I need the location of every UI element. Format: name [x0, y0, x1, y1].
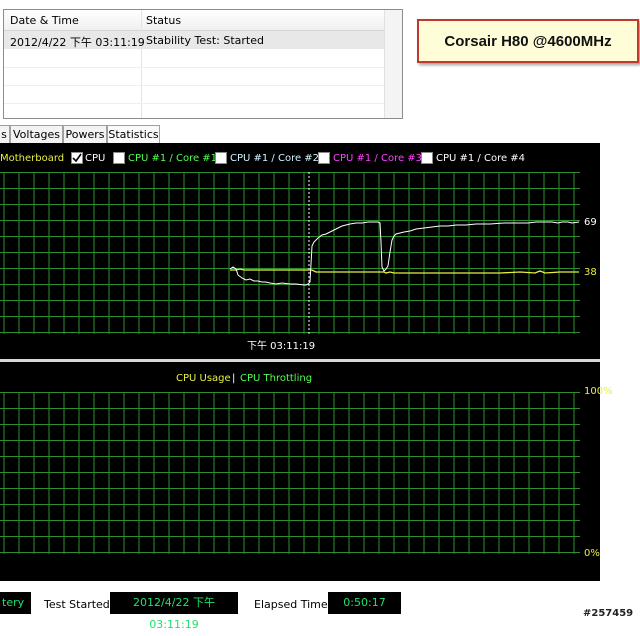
- time-marker-label: 下午 03:11:19: [247, 341, 316, 352]
- legend-separator: |: [232, 373, 236, 384]
- row-divider: [4, 67, 384, 68]
- status-log-table[interactable]: Date & Time Status 2012/4/22 下午 03:11:19…: [3, 9, 403, 119]
- tab-label: Statistics: [108, 128, 159, 141]
- checkbox-core-2[interactable]: [215, 152, 227, 164]
- column-divider: [141, 10, 142, 118]
- cpu-usage-graph: [0, 392, 580, 554]
- annotation-title-text: Corsair H80 @4600MHz: [444, 32, 612, 50]
- check-icon: [72, 153, 82, 163]
- tab-label: Voltages: [13, 128, 60, 141]
- cpu-temp-value: 69: [584, 217, 597, 228]
- battery-indicator: tery: [0, 592, 31, 614]
- temperature-graph: [0, 172, 580, 334]
- elapsed-time-label: Elapsed Time:: [254, 598, 332, 611]
- checkbox-core-4[interactable]: [421, 152, 433, 164]
- legend-core-4: CPU #1 / Core #4: [436, 153, 526, 164]
- tab-voltages[interactable]: Voltages: [10, 125, 63, 144]
- watermark: #257459: [583, 608, 634, 619]
- column-header-status[interactable]: Status: [146, 14, 181, 27]
- legend-core-1: CPU #1 / Core #1: [128, 153, 218, 164]
- usage-grid: [0, 392, 580, 554]
- tab-statistics[interactable]: Statistics: [107, 125, 160, 144]
- row-status: Stability Test: Started: [146, 34, 264, 47]
- row-datetime: 2012/4/22 下午 03:11:19: [10, 36, 145, 49]
- tab-powers[interactable]: Powers: [63, 125, 107, 144]
- row-divider: [4, 85, 384, 86]
- usage-top-label: 100%: [584, 386, 613, 397]
- legend-cpu: CPU: [85, 153, 106, 164]
- column-header-datetime[interactable]: Date & Time: [10, 14, 79, 27]
- log-scrollbar[interactable]: [384, 10, 402, 118]
- tab-partial[interactable]: s: [0, 125, 10, 144]
- elapsed-time-value-box: 0:50:17: [328, 592, 401, 614]
- legend-cpu-throttling: CPU Throttling: [240, 373, 313, 384]
- elapsed-time-value: 0:50:17: [343, 596, 386, 609]
- checkbox-cpu[interactable]: [71, 152, 83, 164]
- usage-bottom-label: 0%: [584, 548, 600, 559]
- annotation-title-box: Corsair H80 @4600MHz: [417, 19, 639, 63]
- table-row[interactable]: 2012/4/22 下午 03:11:19 Stability Test: St…: [4, 31, 384, 49]
- legend-motherboard: Motherboard: [0, 153, 65, 164]
- legend-cpu-usage: CPU Usage: [176, 373, 231, 384]
- motherboard-temp-line: [230, 268, 579, 274]
- temperature-grid: [0, 172, 580, 334]
- graph-divider: [0, 359, 600, 362]
- motherboard-temp-value: 38: [584, 267, 597, 278]
- legend-core-2: CPU #1 / Core #2: [230, 153, 320, 164]
- row-divider: [4, 103, 384, 104]
- legend-core-3: CPU #1 / Core #3: [333, 153, 423, 164]
- tab-label: s: [1, 128, 7, 141]
- log-table-header: Date & Time Status: [4, 10, 384, 31]
- checkbox-core-1[interactable]: [113, 152, 125, 164]
- test-started-label: Test Started:: [44, 598, 114, 611]
- cpu-temp-line: [229, 221, 580, 286]
- tab-label: Powers: [65, 128, 105, 141]
- test-started-value-box: 2012/4/22 下午 03:11:19: [110, 592, 238, 631]
- battery-label: tery: [2, 596, 25, 609]
- checkbox-core-3[interactable]: [318, 152, 330, 164]
- test-started-value: 2012/4/22 下午 03:11:19: [133, 596, 215, 631]
